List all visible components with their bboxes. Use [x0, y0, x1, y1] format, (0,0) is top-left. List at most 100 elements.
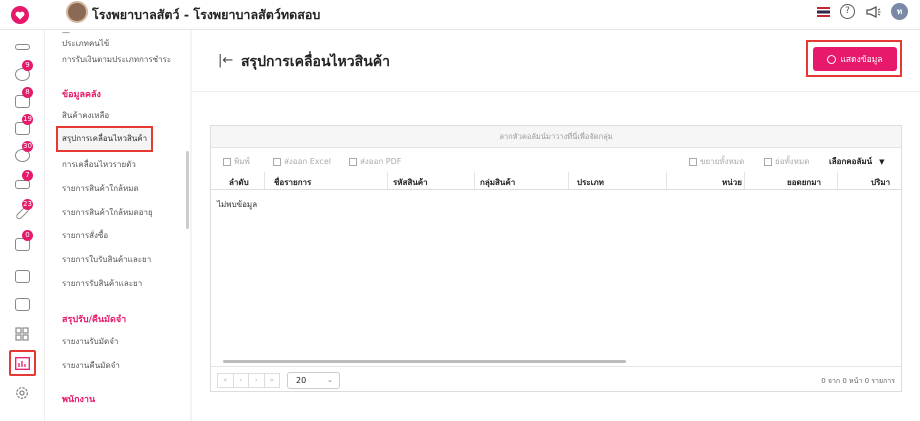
collapse-back-icon[interactable]: |← [218, 53, 233, 68]
column-header-quantity[interactable]: ปริมา [871, 176, 890, 189]
rail-badge: 19 [22, 114, 33, 125]
column-divider[interactable] [666, 172, 667, 189]
rail-badge: 30 [22, 141, 33, 152]
rail-item-box[interactable]: 19 [10, 114, 34, 139]
page-size-select[interactable]: 20 ⌄ [287, 372, 340, 389]
settings-icon [16, 387, 28, 399]
chevron-down-icon: ⌄ [327, 376, 333, 384]
top-bar: โรงพยาบาลสัตว์ - โรงพยาบาลสัตว์ทดสอบ ? ท [0, 0, 920, 30]
page-info: 0 จาก 0 หน้า 0 รายการ [821, 377, 895, 385]
icon-rail: 9 8 19 30 7 23 0 [0, 30, 45, 421]
rail-badge: 23 [22, 199, 33, 210]
apps-grid-icon [15, 327, 29, 341]
grid-toolbar: พิมพ์ ส่งออก Excel ส่งออก PDF ขยายทั้งหม… [211, 149, 901, 171]
submenu-section-deposits: สรุปรับ/คืนมัดจำ [62, 315, 127, 325]
report-submenu: — ประเภทคนไข้ การรับเงินตามประเภทการชำระ… [45, 30, 190, 421]
show-data-button[interactable]: แสดงข้อมูล [813, 47, 897, 71]
submenu-link-payment-by-type[interactable]: การรับเงินตามประเภทการชำระ [62, 53, 171, 66]
export-excel-button[interactable]: ส่งออก Excel [273, 155, 331, 168]
app-title: โรงพยาบาลสัตว์ - โรงพยาบาลสัตว์ทดสอบ [92, 7, 321, 22]
show-data-label: แสดงข้อมูล [840, 55, 883, 65]
submenu-link-item-movement[interactable]: การเคลื่อนไหวรายตัว [62, 158, 136, 171]
data-grid: ลากหัวคอลัมน์มาวางที่นี่เพื่อจัดกลุ่ม พิ… [210, 125, 902, 392]
app-logo-icon[interactable] [11, 6, 29, 24]
print-button[interactable]: พิมพ์ [223, 155, 250, 168]
column-header-name[interactable]: ชื่อรายการ [274, 176, 311, 189]
user-avatar[interactable]: ท [891, 3, 908, 20]
column-header-unit[interactable]: หน่วย [722, 176, 742, 189]
column-header-index[interactable]: ลำดับ [229, 176, 249, 189]
column-divider[interactable] [264, 172, 265, 189]
rail-item-stethoscope[interactable] [10, 36, 34, 58]
main-content: |← สรุปการเคลื่อนไหวสินค้า แสดงข้อมูล ลา… [192, 30, 920, 421]
collapse-all-label: ย่อทั้งหมด [775, 157, 810, 166]
stethoscope-icon [14, 44, 30, 50]
rail-item-cash-register[interactable] [10, 265, 34, 287]
rail-item-package[interactable] [10, 293, 34, 315]
rail-item-vet-visit[interactable]: 9 [10, 60, 34, 85]
rail-item-lab[interactable]: 0 [10, 230, 34, 255]
column-header-code[interactable]: รหัสสินค้า [393, 176, 428, 189]
submenu-link-stock-balance[interactable]: สินค้าคงเหลือ [62, 109, 109, 122]
search-icon [827, 54, 837, 64]
print-label: พิมพ์ [234, 157, 250, 166]
page-size-value: 20 [296, 376, 307, 385]
package-icon [14, 297, 30, 311]
expand-all-label: ขยายทั้งหมด [700, 157, 745, 166]
column-header-group[interactable]: กลุ่มสินค้า [480, 176, 515, 189]
submenu-link-near-expiry[interactable]: รายการสินค้าใกล้หมดอายุ [62, 206, 153, 219]
printer-icon [223, 157, 231, 166]
rail-badge: 9 [22, 60, 33, 71]
expand-icon [689, 157, 697, 166]
collapse-all-button[interactable]: ย่อทั้งหมด [764, 155, 809, 168]
submenu-link-purchase-orders[interactable]: รายการสั่งซื้อ [62, 229, 108, 242]
expand-all-button[interactable]: ขยายทั้งหมด [689, 155, 744, 168]
rail-item-reports[interactable] [9, 350, 36, 376]
submenu-scrollbar[interactable] [186, 151, 189, 229]
horizontal-scrollbar[interactable] [223, 360, 626, 363]
rail-item-moon[interactable]: 30 [10, 141, 34, 166]
megaphone-icon[interactable] [865, 5, 881, 19]
rail-item-settings[interactable] [10, 382, 34, 404]
page-title: สรุปการเคลื่อนไหวสินค้า [241, 54, 390, 70]
rail-item-bed[interactable]: 8 [10, 87, 34, 112]
column-divider[interactable] [474, 172, 475, 189]
next-page-icon[interactable]: › [249, 374, 265, 387]
collapse-icon [764, 157, 772, 166]
last-page-icon[interactable]: » [265, 374, 280, 387]
submenu-link-received-goods[interactable]: รายการรับสินค้าและยา [62, 277, 142, 290]
column-header-type[interactable]: ประเภท [577, 176, 604, 189]
report-chart-icon [15, 356, 30, 370]
submenu-link-low-stock[interactable]: รายการสินค้าใกล้หมด [62, 182, 139, 195]
submenu-link-patient-type[interactable]: ประเภทคนไข้ [62, 37, 109, 50]
submenu-link-receipt-docs[interactable]: รายการใบรับสินค้าและยา [62, 253, 151, 266]
export-excel-label: ส่งออก Excel [284, 157, 331, 166]
submenu-link-deposit-received[interactable]: รายงานรับมัดจำ [62, 335, 118, 348]
rail-item-syringe[interactable]: 23 [10, 199, 34, 224]
group-panel[interactable]: ลากหัวคอลัมน์มาวางที่นี่เพื่อจัดกลุ่ม [211, 126, 901, 148]
hospital-avatar[interactable] [66, 1, 88, 23]
column-divider[interactable] [568, 172, 569, 189]
submenu-link[interactable]: — [62, 30, 70, 37]
grid-footer: « ‹ › » 20 ⌄ 0 จาก 0 หน้า 0 รายการ [211, 366, 901, 392]
choose-columns-dropdown[interactable]: เลือกคอลัมน์ ▼ [829, 155, 884, 168]
column-header-opening-balance[interactable]: ยอดยกมา [787, 176, 821, 189]
export-pdf-button[interactable]: ส่งออก PDF [349, 155, 401, 168]
header-divider [192, 91, 920, 92]
submenu-link-deposit-returned[interactable]: รายงานคืนมัดจำ [62, 359, 120, 372]
rail-badge: 0 [22, 230, 33, 241]
rail-item-hand[interactable]: 7 [10, 170, 34, 195]
first-page-icon[interactable]: « [218, 374, 234, 387]
excel-icon [273, 157, 281, 166]
rail-item-apps[interactable] [10, 323, 34, 345]
thai-flag-icon[interactable] [817, 6, 830, 17]
pdf-icon [349, 157, 357, 166]
pager-buttons: « ‹ › » [217, 373, 280, 388]
prev-page-icon[interactable]: ‹ [234, 374, 249, 387]
help-circle-icon[interactable]: ? [840, 4, 855, 19]
column-divider[interactable] [744, 172, 745, 189]
rail-badge: 8 [22, 87, 33, 98]
column-divider[interactable] [387, 172, 388, 189]
submenu-link-product-movement-summary[interactable]: สรุปการเคลื่อนไหวสินค้า [62, 132, 147, 145]
column-divider[interactable] [837, 172, 838, 189]
